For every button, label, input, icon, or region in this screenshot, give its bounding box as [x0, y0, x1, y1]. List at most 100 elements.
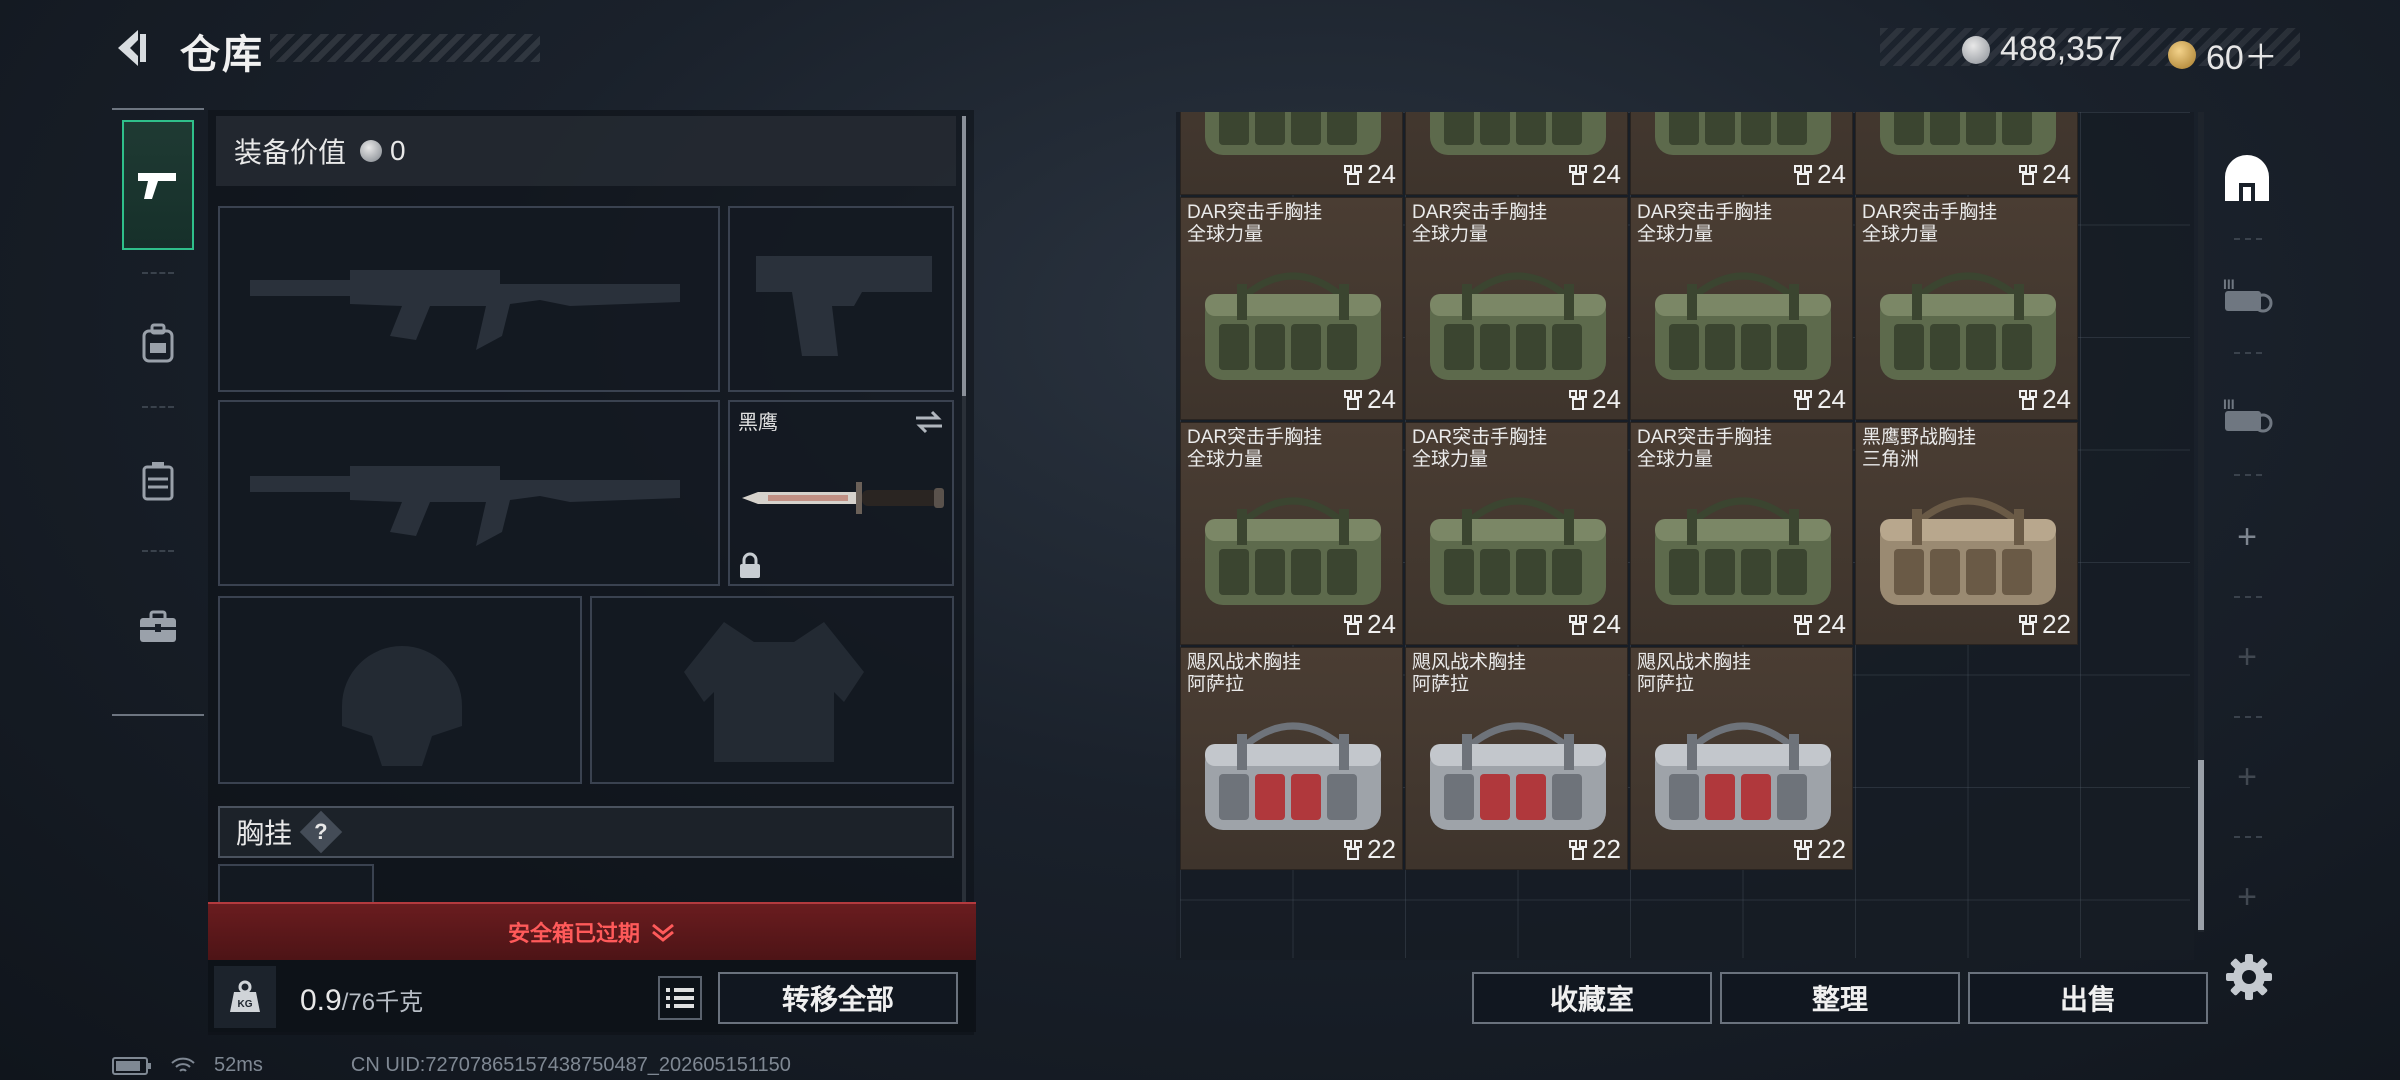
inventory-item[interactable]: DAR突击手胸挂 全球力量 24	[1405, 197, 1628, 420]
sidearm-slot[interactable]	[728, 206, 954, 392]
item-name-line2: 全球力量	[1187, 449, 1264, 470]
inventory-item[interactable]: DAR突击手胸挂 全球力量 24	[1855, 197, 2078, 420]
collection-room-button[interactable]: 收藏室	[1472, 972, 1712, 1024]
helmet-slot[interactable]	[218, 596, 582, 784]
help-icon[interactable]: ?	[299, 810, 343, 854]
secure-case-expired-banner[interactable]: 安全箱已过期	[208, 902, 976, 960]
inventory-item[interactable]: 24	[1180, 112, 1403, 195]
item-name: DAR突击手胸挂 全球力量	[1412, 427, 1547, 471]
knife-icon	[742, 482, 944, 514]
item-capacity-value: 22	[2042, 609, 2071, 639]
inventory-item[interactable]: 飓风战术胸挂 阿萨拉 22	[1630, 647, 1853, 870]
vest-icon	[142, 462, 174, 501]
weight-indicator: KG	[214, 966, 276, 1028]
back-button[interactable]	[108, 24, 156, 72]
equipment-value-amount: 0	[390, 135, 406, 166]
weight-kg-icon: KG	[230, 980, 260, 1012]
transfer-all-button[interactable]: 转移全部	[718, 972, 958, 1024]
item-name-line2: 阿萨拉	[1637, 674, 1695, 695]
capacity-grid-icon	[2019, 164, 2038, 185]
item-name: DAR突击手胸挂 全球力量	[1862, 202, 1997, 246]
tab-toolbox[interactable]	[122, 562, 194, 692]
backpack-icon	[142, 323, 174, 363]
plus-icon: +	[2237, 877, 2257, 916]
item-name-line1: DAR突击手胸挂	[1637, 427, 1773, 448]
item-capacity: 24	[2018, 159, 2071, 190]
tab-weapons[interactable]	[122, 120, 194, 250]
list-icon	[666, 988, 694, 1008]
sort-button[interactable]: 整理	[1720, 972, 1960, 1024]
inventory-item[interactable]: 24	[1855, 112, 2078, 195]
chest-rig-bag-icon	[1880, 497, 2056, 605]
silver-coin-icon	[1962, 35, 1990, 64]
list-view-button[interactable]	[658, 976, 702, 1020]
capacity-grid-icon	[2019, 614, 2038, 635]
rail-divider	[2234, 474, 2262, 476]
inventory-item[interactable]: DAR突击手胸挂 全球力量 24	[1630, 422, 1853, 645]
chest-rig-bag-icon	[1430, 497, 1606, 605]
svg-text:III: III	[2223, 276, 2235, 292]
item-capacity-value: 24	[1592, 609, 1621, 639]
chest-rig-slot[interactable]	[218, 864, 374, 904]
capacity-grid-icon	[1569, 164, 1588, 185]
gold-currency[interactable]: 60＋	[2168, 30, 2278, 79]
add-page-button[interactable]: +	[2210, 482, 2284, 592]
inventory-item[interactable]: 24	[1630, 112, 1853, 195]
tab-vest[interactable]	[122, 416, 194, 546]
inventory-item[interactable]: DAR突击手胸挂 全球力量 24	[1180, 422, 1403, 645]
item-name-line1: 黑鹰野战胸挂	[1862, 427, 1977, 448]
chest-rig-bag-icon	[1205, 272, 1381, 380]
capacity-grid-icon	[1344, 389, 1363, 410]
item-capacity-value: 24	[1592, 384, 1621, 414]
inventory-item[interactable]: 飓风战术胸挂 阿萨拉 22	[1405, 647, 1628, 870]
chest-rig-bag-icon	[1880, 272, 2056, 380]
capacity-grid-icon	[1569, 839, 1588, 860]
melee-slot[interactable]: 黑鹰	[728, 400, 954, 586]
primary-weapon-slot[interactable]	[218, 206, 720, 392]
melee-item-name: 黑鹰	[738, 412, 778, 434]
tab-backpack[interactable]	[122, 278, 194, 408]
item-capacity-value: 24	[1817, 384, 1846, 414]
item-name: DAR突击手胸挂 全球力量	[1187, 427, 1322, 471]
carry-weight-value: 0.9	[300, 984, 342, 1017]
gold-amount: 60＋	[2206, 39, 2278, 77]
double-chevron-down-icon	[652, 923, 674, 942]
item-name-line2: 全球力量	[1637, 449, 1714, 470]
gear-icon	[2226, 954, 2272, 1000]
inventory-item[interactable]: DAR突击手胸挂 全球力量 24	[1405, 422, 1628, 645]
inventory-item[interactable]: DAR突击手胸挂 全球力量 24	[1180, 197, 1403, 420]
helmet-silhouette-icon	[342, 646, 462, 766]
item-name-line1: DAR突击手胸挂	[1412, 202, 1548, 223]
item-name-line1: DAR突击手胸挂	[1412, 427, 1548, 448]
inventory-item[interactable]: 飓风战术胸挂 阿萨拉 22	[1180, 647, 1403, 870]
inventory-item[interactable]: 24	[1405, 112, 1628, 195]
rifle-silhouette-icon	[250, 466, 680, 546]
silver-coin-icon	[360, 140, 383, 162]
item-capacity-value: 22	[1367, 834, 1396, 864]
item-name: 飓风战术胸挂 阿萨拉	[1412, 652, 1526, 696]
expansion-tab-1[interactable]: III	[2210, 240, 2284, 350]
armor-slot[interactable]	[590, 596, 954, 784]
capacity-grid-icon	[1344, 839, 1363, 860]
sell-button[interactable]: 出售	[1968, 972, 2208, 1024]
chest-rig-bag-icon	[1205, 722, 1381, 830]
warehouse-home-tab[interactable]	[2210, 124, 2284, 234]
warehouse-scroll-thumb[interactable]	[2198, 760, 2204, 930]
inventory-item[interactable]: 黑鹰野战胸挂 三角洲 22	[1855, 422, 2078, 645]
item-name-line1: DAR突击手胸挂	[1187, 427, 1323, 448]
ping: 52ms	[214, 1054, 263, 1076]
secondary-weapon-slot[interactable]	[218, 400, 720, 586]
loadout-scroll-thumb[interactable]	[962, 116, 966, 396]
rail-divider	[2234, 596, 2262, 598]
item-capacity-value: 24	[2042, 384, 2071, 414]
item-name: 飓风战术胸挂 阿萨拉	[1637, 652, 1751, 696]
capacity-grid-icon	[1794, 164, 1813, 185]
item-capacity: 24	[1568, 609, 1621, 640]
expansion-tab-2[interactable]: III	[2210, 360, 2284, 470]
inventory-item[interactable]: DAR突击手胸挂 全球力量 24	[1630, 197, 1853, 420]
swap-icon[interactable]	[914, 410, 944, 434]
secure-case-expired-text: 安全箱已过期	[507, 921, 640, 946]
warehouse-items: 24 24 24 24 DAR突击手胸挂 全球力量 24 DAR突击手胸挂 全球力量 24 DAR突…	[1180, 112, 2080, 932]
item-name: DAR突击手胸挂 全球力量	[1637, 202, 1772, 246]
settings-button[interactable]	[2224, 952, 2274, 1002]
